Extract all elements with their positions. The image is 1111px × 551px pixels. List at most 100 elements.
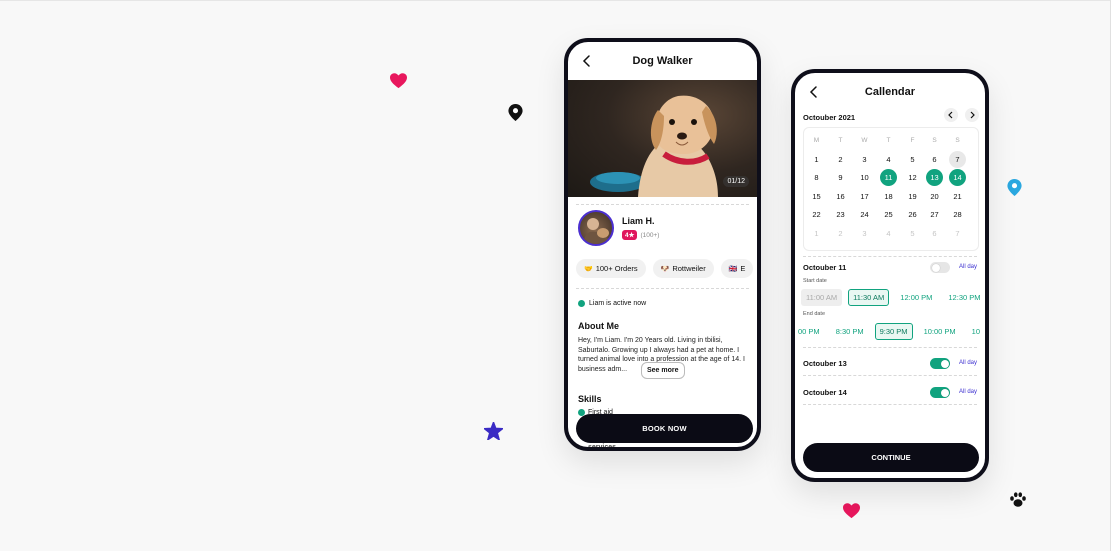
calendar-day[interactable]: 2: [832, 151, 849, 168]
dog-walker-phone: Dog Walker 01/12 Liam H. 4★ (100+) 🤝 100…: [564, 38, 761, 451]
map-pin-icon: [508, 104, 523, 121]
calendar-day[interactable]: 23: [832, 206, 849, 223]
time-chip[interactable]: 12:00 PM: [895, 289, 937, 306]
all-day-toggle[interactable]: [930, 387, 950, 398]
book-now-button[interactable]: BOOK NOW: [576, 414, 753, 443]
divider: [576, 204, 749, 205]
chevron-right-icon: [970, 111, 975, 119]
calendar-day[interactable]: 14: [949, 169, 966, 186]
divider: [803, 347, 977, 348]
start-time-chips: 11:00 AM 11:30 AM 12:00 PM 12:30 PM: [801, 289, 985, 306]
walker-name: Liam H.: [622, 216, 655, 226]
calendar-day[interactable]: 12: [904, 169, 921, 186]
time-chip[interactable]: 12:30 PM: [943, 289, 985, 306]
avatar[interactable]: [578, 210, 614, 246]
time-chip-selected[interactable]: 9:30 PM: [874, 323, 913, 340]
tag-breed[interactable]: 🐶 Rottweiler: [652, 259, 714, 278]
status-dot-icon: [578, 300, 585, 307]
all-day-toggle[interactable]: [930, 262, 950, 273]
time-chip[interactable]: 00 PM: [795, 323, 825, 340]
date-section-label: Octouber 13: [803, 359, 847, 368]
next-month-button[interactable]: [965, 108, 979, 122]
calendar-day[interactable]: 7: [949, 225, 966, 242]
all-day-label: All day: [958, 264, 977, 270]
calendar-day[interactable]: 11: [880, 169, 897, 186]
calendar-day[interactable]: 19: [904, 188, 921, 205]
calendar-day[interactable]: 22: [808, 206, 825, 223]
handshake-icon: 🤝: [584, 265, 593, 273]
tag-list: 🤝 100+ Orders 🐶 Rottweiler 🇬🇧 E: [576, 259, 754, 278]
divider: [803, 256, 977, 257]
continue-button[interactable]: CONTINUE: [803, 443, 979, 472]
calendar-day[interactable]: 24: [856, 206, 873, 223]
calendar-day[interactable]: 5: [904, 225, 921, 242]
all-day-toggle[interactable]: [930, 358, 950, 369]
tag-orders[interactable]: 🤝 100+ Orders: [576, 259, 646, 278]
calendar-day[interactable]: 6: [926, 151, 943, 168]
heart-icon: [390, 73, 407, 89]
calendar-day[interactable]: 5: [904, 151, 921, 168]
dog-icon: 🐶: [660, 265, 670, 273]
calendar-day[interactable]: 13: [926, 169, 943, 186]
tag-label: 100+ Orders: [595, 264, 638, 273]
dog-photo[interactable]: 01/12: [568, 80, 757, 197]
calendar-day[interactable]: 4: [880, 151, 897, 168]
time-chip[interactable]: 11:00 AM: [801, 289, 843, 306]
calendar-day[interactable]: 9: [832, 169, 849, 186]
divider: [803, 375, 977, 376]
page-title: Dog Walker: [632, 55, 693, 67]
calendar-day[interactable]: 20: [926, 188, 943, 205]
toggle-knob: [931, 263, 940, 272]
tag-label: Rottweiler: [672, 264, 706, 273]
calendar-day[interactable]: 4: [880, 225, 897, 242]
heart-icon: [843, 503, 860, 519]
time-chip-selected[interactable]: 11:30 AM: [848, 289, 890, 306]
all-day-label: All day: [958, 360, 977, 366]
map-pin-icon: [1007, 179, 1022, 196]
toggle-knob: [940, 359, 949, 368]
calendar-day[interactable]: 1: [808, 225, 825, 242]
calendar-day[interactable]: 25: [880, 206, 897, 223]
avatar-image: [583, 218, 609, 244]
rating: 4★ (100+): [622, 230, 659, 240]
calendar-day[interactable]: 8: [808, 169, 825, 186]
time-chip[interactable]: 8:30 PM: [831, 323, 869, 340]
calendar-day[interactable]: 27: [926, 206, 943, 223]
calendar-day[interactable]: 7: [949, 150, 966, 168]
calendar-day[interactable]: 21: [949, 188, 966, 205]
calendar-day[interactable]: 3: [856, 151, 873, 168]
rating-count: (100+): [640, 231, 660, 239]
month-label: Octouber 2021: [803, 113, 856, 122]
all-day-label: All day: [958, 389, 977, 395]
weekday-label: S: [955, 137, 960, 144]
weekday-label: W: [861, 137, 868, 144]
calendar-day[interactable]: 16: [832, 188, 849, 205]
calendar-day[interactable]: 3: [856, 225, 873, 242]
date-section-label: Octouber 11: [803, 263, 847, 272]
tag-language[interactable]: 🇬🇧 E: [720, 259, 754, 278]
calendar-day[interactable]: 18: [880, 188, 897, 205]
calendar-day[interactable]: 1: [808, 151, 825, 168]
time-chip[interactable]: 10: [967, 323, 985, 340]
weekday-label: S: [932, 137, 937, 144]
calendar-day[interactable]: 2: [832, 225, 849, 242]
skills-heading: Skills: [578, 394, 602, 404]
star-icon: [484, 422, 503, 440]
calendar-day[interactable]: 26: [904, 206, 921, 223]
see-more-button[interactable]: See more: [641, 362, 685, 379]
calendar-day[interactable]: 17: [856, 188, 873, 205]
weekday-label: T: [886, 137, 891, 144]
status-text: Liam is active now: [589, 300, 647, 307]
divider: [576, 288, 749, 289]
calendar-phone: Callendar Octouber 2021 MTWTFSS123456789…: [791, 69, 989, 482]
time-chip[interactable]: 10:00 PM: [919, 323, 961, 340]
calendar-day[interactable]: 6: [926, 225, 943, 242]
calendar-day[interactable]: 15: [808, 188, 825, 205]
calendar-day[interactable]: 28: [949, 206, 966, 223]
section-heading: services: [588, 444, 617, 451]
prev-month-button[interactable]: [944, 108, 958, 122]
divider: [803, 404, 977, 405]
calendar-day[interactable]: 10: [856, 169, 873, 186]
flag-icon: 🇬🇧: [728, 265, 738, 273]
date-section-label: Octouber 14: [803, 388, 847, 397]
